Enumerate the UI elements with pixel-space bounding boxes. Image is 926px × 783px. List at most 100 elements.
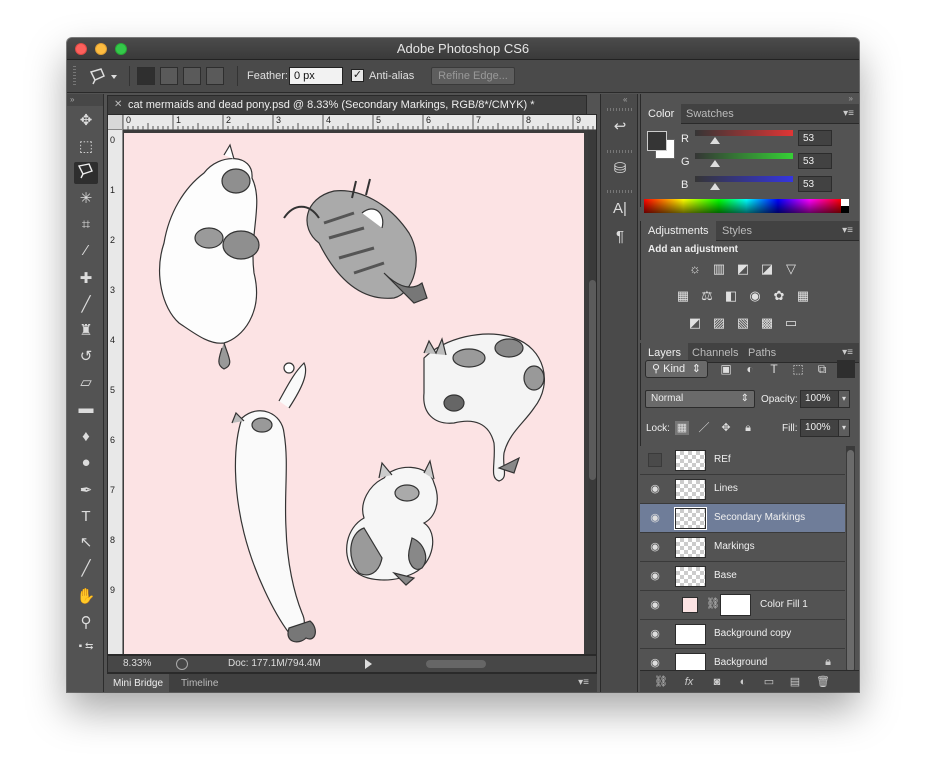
dodge-tool-icon[interactable]: ● [74,452,98,474]
new-group-icon[interactable]: ▭ [760,674,778,690]
threshold-icon[interactable]: ▧ [734,314,752,332]
layer-row[interactable]: ◉ ⛓ Color Fill 1 [640,591,845,620]
document-tab[interactable]: ✕ cat mermaids and dead pony.psd @ 8.33%… [107,95,587,114]
red-slider[interactable] [695,130,793,136]
layer-thumbnail[interactable] [675,566,706,587]
fill-color-thumbnail[interactable] [682,597,698,613]
history-panel-icon[interactable]: ↩ [609,116,631,138]
black-white-icon[interactable]: ◧ [722,287,740,305]
adjustments-panel-menu-icon[interactable]: ▾≡ [842,225,853,236]
blue-slider-thumb[interactable] [710,183,720,190]
link-layers-icon[interactable]: ⛓ [652,674,670,690]
layer-row[interactable]: REf [640,446,845,475]
path-selection-tool-icon[interactable]: ↖ [74,532,98,554]
color-panel-menu-icon[interactable]: ▾≡ [843,108,854,119]
tab-swatches[interactable]: Swatches [679,104,741,124]
add-mask-icon[interactable]: ◙ [708,674,726,690]
curves-icon[interactable]: ◩ [734,260,752,278]
layer-thumbnail[interactable] [675,624,706,645]
tab-adjustments[interactable]: Adjustments [641,221,716,241]
lock-position-icon[interactable]: ✥ [719,421,733,435]
clone-stamp-tool-icon[interactable]: ♜ [74,320,98,342]
eraser-tool-icon[interactable]: ▱ [74,372,98,394]
visibility-toggle[interactable] [648,453,662,467]
tools-collapse-arrows[interactable]: » [67,94,103,106]
lock-all-icon[interactable]: 🔒︎ [741,421,755,435]
fill-dropdown-icon[interactable]: ▾ [838,419,850,437]
eye-icon[interactable]: ◉ [648,511,662,525]
filter-toggle-icon[interactable] [837,360,855,378]
layer-style-icon[interactable]: fx [680,674,698,690]
blue-slider[interactable] [695,176,793,182]
tab-timeline[interactable]: Timeline [175,674,224,692]
green-value[interactable]: 53 [798,153,832,169]
pen-tool-icon[interactable]: ✒ [74,480,98,502]
layer-thumbnail[interactable] [675,479,706,500]
red-slider-thumb[interactable] [710,137,720,144]
eye-icon[interactable]: ◉ [648,627,662,641]
dock-grip[interactable] [607,108,633,111]
posterize-icon[interactable]: ▨ [710,314,728,332]
new-layer-icon[interactable]: ▤ [786,674,804,690]
window-minimize-button[interactable] [95,43,107,55]
gradient-map-icon[interactable]: ▭ [782,314,800,332]
red-value[interactable]: 53 [798,130,832,146]
black-white-ramp[interactable] [841,199,849,213]
hand-tool-icon[interactable]: ✋ [74,586,98,608]
blue-value[interactable]: 53 [798,176,832,192]
close-document-icon[interactable]: ✕ [114,96,122,114]
character-panel-icon[interactable]: A| [609,198,631,220]
lock-image-icon[interactable]: ／ [697,421,711,435]
dock-collapse-arrows[interactable]: « [623,95,627,104]
new-adjustment-layer-icon[interactable]: ◐ [734,674,752,690]
layer-row[interactable]: ◉ Lines [640,475,845,504]
panel-menu-icon[interactable]: ▾≡ [578,677,589,688]
brush-tool-icon[interactable]: ╱ [74,294,98,316]
color-balance-icon[interactable]: ⚖ [698,287,716,305]
tab-mini-bridge[interactable]: Mini Bridge [107,674,170,692]
info-panel-icon[interactable]: ⛁ [609,158,631,180]
filter-smart-object-icon[interactable]: ⧉ [813,360,831,378]
vertical-ruler[interactable]: 0 1 2 3 4 5 6 7 8 9 [108,130,123,654]
layer-row-selected[interactable]: ◉ Secondary Markings [640,504,845,533]
type-tool-icon[interactable]: T [74,506,98,528]
blur-tool-icon[interactable]: ♦ [74,426,98,448]
opacity-value[interactable]: 100% [800,390,840,408]
filter-kind-select[interactable]: ⚲ Kind ⇕ [645,360,708,378]
new-selection-button[interactable] [137,67,155,85]
filter-pixel-icon[interactable]: ▣ [717,360,735,378]
eyedropper-tool-icon[interactable]: ⁄ [74,240,98,262]
exposure-icon[interactable]: ◪ [758,260,776,278]
gradient-tool-icon[interactable]: ▬ [74,398,98,420]
refine-edge-button[interactable]: Refine Edge... [431,67,515,85]
eye-icon[interactable]: ◉ [648,656,662,670]
hue-saturation-icon[interactable]: ▦ [674,287,692,305]
vertical-scrollbar[interactable] [588,130,596,640]
color-foreground-swatch[interactable] [647,131,667,151]
add-to-selection-button[interactable] [160,67,178,85]
horizontal-ruler[interactable]: 0 1 2 3 4 5 6 7 8 9 [123,115,596,130]
layer-row[interactable]: ◉ Background copy [640,620,845,649]
tab-styles[interactable]: Styles [715,221,759,241]
layers-scroll-thumb[interactable] [847,450,854,672]
horizontal-scroll-thumb[interactable] [426,660,486,668]
zoom-level[interactable]: 8.33% [123,656,151,672]
dock-grip[interactable] [607,150,633,153]
canvas[interactable] [124,133,584,654]
delete-layer-icon[interactable]: 🗑︎ [814,674,832,690]
zoom-tool-icon[interactable]: ⚲ [74,612,98,634]
layer-thumbnail[interactable] [675,537,706,558]
brightness-contrast-icon[interactable]: ☼ [686,260,704,278]
move-tool-icon[interactable]: ✥ [74,110,98,132]
ruler-origin[interactable] [108,115,123,130]
intersect-selection-button[interactable] [206,67,224,85]
window-close-button[interactable] [75,43,87,55]
opacity-dropdown-icon[interactable]: ▾ [838,390,850,408]
feather-input[interactable]: 0 px [289,67,343,85]
layer-thumbnail[interactable] [674,507,707,530]
blend-mode-select[interactable]: Normal ⇕ [645,390,755,408]
paragraph-panel-icon[interactable]: ¶ [609,226,631,248]
channel-mixer-icon[interactable]: ✿ [770,287,788,305]
crop-tool-icon[interactable]: ⌗ [74,214,98,236]
color-spectrum-ramp[interactable] [644,199,841,213]
